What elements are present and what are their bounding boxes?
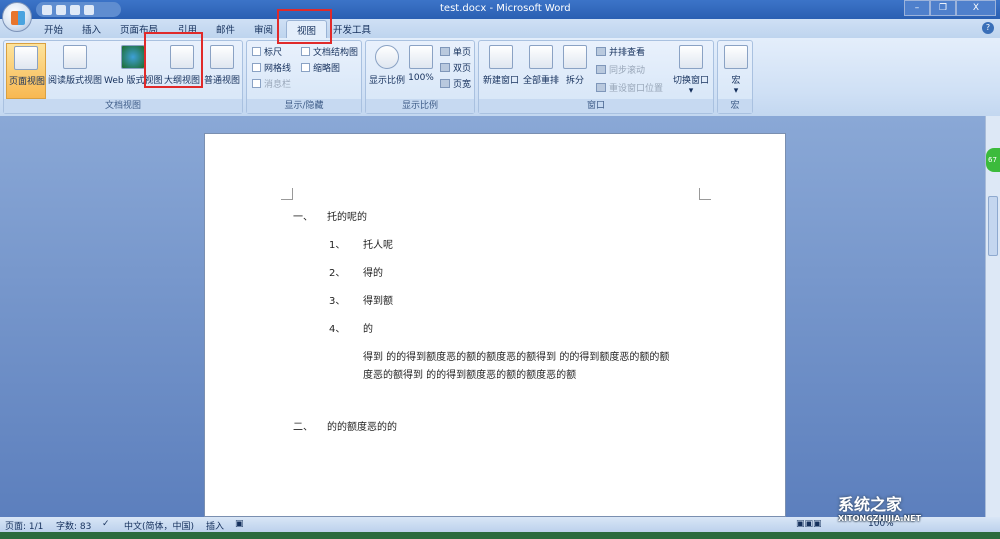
heading-text: 的的额度恶的的 <box>327 422 397 433</box>
ruler-checkbox[interactable]: 标尺 <box>252 45 282 58</box>
highlight-box-view-tab <box>277 9 332 44</box>
heading-text: 托的呢的 <box>327 212 367 223</box>
tab-mailings[interactable]: 邮件 <box>216 22 235 36</box>
proofing-icon[interactable]: ✓ <box>102 519 110 529</box>
print-layout-icon <box>14 46 38 70</box>
one-page-button[interactable]: 单页 <box>440 45 471 58</box>
arrange-all-button[interactable]: 全部重排 <box>521 43 561 86</box>
margin-corner-mark <box>281 188 293 200</box>
window-title: test.docx - Microsoft Word <box>440 3 571 14</box>
gridlines-checkbox[interactable]: 网格线 <box>252 61 291 74</box>
vertical-scrollbar[interactable] <box>985 116 1000 517</box>
taskbar <box>0 532 1000 539</box>
quick-access-toolbar <box>36 2 121 17</box>
view-side-by-side-button[interactable]: 并排查看 <box>596 45 645 58</box>
minimize-button[interactable]: – <box>904 0 930 16</box>
group-window: 新建窗口 全部重排 拆分 并排查看 同步滚动 重设窗口位置 切换窗口 ▾ 窗口 <box>478 40 714 114</box>
tab-home[interactable]: 开始 <box>44 22 63 36</box>
help-icon[interactable]: ? <box>982 22 994 34</box>
chevron-down-icon: ▾ <box>733 86 739 96</box>
new-window-icon <box>489 45 513 69</box>
magnifier-icon <box>375 45 399 69</box>
ribbon: 页面视图 阅读版式视图 Web 版式视图 大纲视图 普通视图 文档视图 标尺 文… <box>0 32 1000 116</box>
watermark-url: XITONGZHIJIA.NET <box>838 514 922 523</box>
language[interactable]: 中文(简体，中国) <box>124 519 194 532</box>
insert-mode[interactable]: 插入 <box>206 519 224 532</box>
draft-icon <box>210 45 234 69</box>
heading-number: 一、 <box>293 212 313 223</box>
reset-window-position-button: 重设窗口位置 <box>596 81 663 94</box>
document-map-checkbox[interactable]: 文档结构图 <box>301 45 358 58</box>
macros-button[interactable]: 宏 ▾ <box>722 43 750 96</box>
highlight-box-outline <box>144 32 203 88</box>
tab-review[interactable]: 审阅 <box>254 22 273 36</box>
document-page[interactable]: 一、 托的呢的 1、 托人呢 2、 得的 3、 得到额 4、 的 得到 的的得到… <box>204 133 786 517</box>
group-show-hide: 标尺 文档结构图 网格线 缩略图 消息栏 显示/隐藏 <box>246 40 362 114</box>
arrange-all-icon <box>529 45 553 69</box>
split-button[interactable]: 拆分 <box>563 43 587 86</box>
group-macros: 宏 ▾ 宏 <box>717 40 753 114</box>
view-buttons[interactable]: ▣▣▣ <box>796 519 822 529</box>
word-count[interactable]: 字数: 83 <box>56 519 91 532</box>
title-bar: test.docx - Microsoft Word – ❐ X <box>0 0 1000 19</box>
office-button[interactable] <box>2 2 32 32</box>
group-label: 文档视图 <box>4 99 242 113</box>
list-number: 4、 <box>329 324 346 335</box>
sync-scroll-button: 同步滚动 <box>596 63 645 76</box>
list-number: 2、 <box>329 268 346 279</box>
page-100-icon <box>409 45 433 69</box>
heading-number: 二、 <box>293 422 313 433</box>
tab-insert[interactable]: 插入 <box>82 22 101 36</box>
restore-button[interactable]: ❐ <box>930 0 956 16</box>
list-number: 1、 <box>329 240 346 251</box>
split-icon <box>563 45 587 69</box>
switch-windows-icon <box>679 45 703 69</box>
message-bar-checkbox: 消息栏 <box>252 77 291 90</box>
zoom-badge: 67 <box>986 148 1000 172</box>
watermark-logo: 系统之家 XITONGZHIJIA.NET <box>838 496 921 524</box>
full-screen-reading-button[interactable]: 阅读版式视图 <box>48 43 102 86</box>
undo-icon[interactable] <box>56 4 66 15</box>
new-window-button[interactable]: 新建窗口 <box>481 43 521 86</box>
switch-windows-button[interactable]: 切换窗口 ▾ <box>671 43 711 96</box>
group-zoom: 显示比例 100% 单页 双页 页宽 显示比例 <box>365 40 475 114</box>
margin-corner-mark <box>699 188 711 200</box>
group-document-views: 页面视图 阅读版式视图 Web 版式视图 大纲视图 普通视图 文档视图 <box>3 40 243 114</box>
group-label: 显示比例 <box>366 99 474 113</box>
group-label: 窗口 <box>479 99 713 113</box>
group-label: 宏 <box>718 99 752 113</box>
thumbnails-checkbox[interactable]: 缩略图 <box>301 61 340 74</box>
list-item: 托人呢 <box>363 240 393 251</box>
paragraph-line: 度恶的额得到 的的得到额度恶的额的额度恶的额 <box>363 370 577 381</box>
draft-view-button[interactable]: 普通视图 <box>202 43 242 86</box>
print-preview-icon[interactable] <box>84 4 94 15</box>
zoom-100-button[interactable]: 100% <box>406 43 436 83</box>
tab-developer[interactable]: 开发工具 <box>333 22 371 36</box>
zoom-button[interactable]: 显示比例 <box>368 43 406 86</box>
chevron-down-icon: ▾ <box>688 86 694 96</box>
scrollbar-thumb[interactable] <box>988 196 998 256</box>
close-button[interactable]: X <box>956 0 996 16</box>
list-number: 3、 <box>329 296 346 307</box>
group-label: 显示/隐藏 <box>247 99 361 113</box>
macro-record-icon[interactable]: ▣ <box>235 519 244 529</box>
paragraph-line: 得到 的的得到额度恶的额的额度恶的额得到 的的得到额度恶的额的额 <box>363 352 670 363</box>
watermark-name: 系统之家 <box>838 495 903 514</box>
page-count[interactable]: 页面: 1/1 <box>5 519 43 532</box>
list-item: 得到额 <box>363 296 393 307</box>
print-layout-button[interactable]: 页面视图 <box>6 43 46 99</box>
redo-icon[interactable] <box>70 4 80 15</box>
office-logo-icon <box>11 11 25 25</box>
macros-icon <box>724 45 748 69</box>
list-item: 的 <box>363 324 373 335</box>
reading-layout-icon <box>63 45 87 69</box>
list-item: 得的 <box>363 268 383 279</box>
web-layout-icon <box>121 45 145 69</box>
two-pages-button[interactable]: 双页 <box>440 61 471 74</box>
save-icon[interactable] <box>42 4 52 15</box>
page-width-button[interactable]: 页宽 <box>440 77 471 90</box>
